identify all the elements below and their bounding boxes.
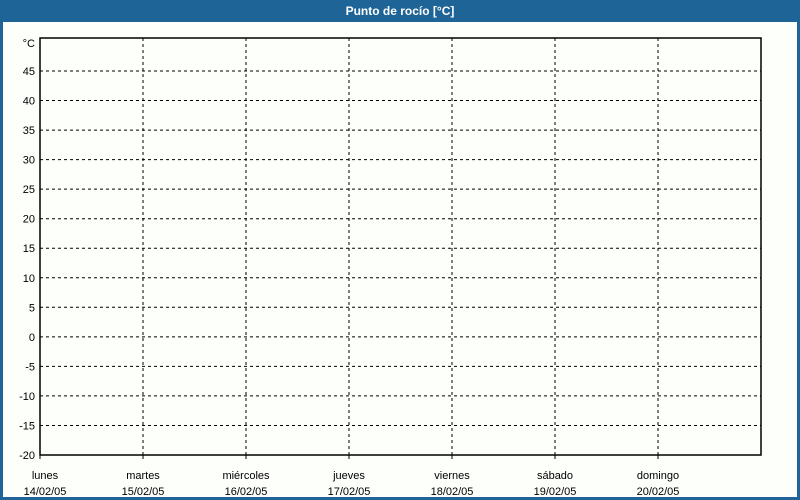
date-label: 15/02/05 (122, 486, 165, 498)
day-label: domingo (637, 470, 679, 482)
y-axis-unit-label: °C (23, 38, 35, 50)
y-tick-label: 35 (23, 125, 35, 137)
y-tick-label: -10 (19, 391, 35, 403)
day-label: martes (126, 470, 160, 482)
date-label: 16/02/05 (225, 486, 268, 498)
window-title: Punto de rocío [°C] (345, 4, 455, 18)
y-tick-label: 0 (29, 332, 35, 344)
day-label: miércoles (222, 470, 270, 482)
day-label: jueves (332, 470, 365, 482)
y-tick-label: 45 (23, 66, 35, 78)
y-tick-label: 40 (23, 96, 35, 108)
y-tick-label: 25 (23, 184, 35, 196)
y-tick-label: -20 (19, 450, 35, 462)
date-label: 20/02/05 (637, 486, 680, 498)
y-tick-label: 30 (23, 155, 35, 167)
chart-window: 45 40 35 30 25 20 15 10 5 0 -5 -10 -15 -20 °C lunes 14/0… (0, 0, 800, 500)
y-tick-label: 10 (23, 273, 35, 285)
dew-point-chart: 45 40 35 30 25 20 15 10 5 0 -5 -10 -15 -20 °C lunes 14/0… (19, 37, 762, 498)
date-label: 14/02/05 (24, 486, 67, 498)
y-tick-label: -15 (19, 420, 35, 432)
date-label: 19/02/05 (534, 486, 577, 498)
y-tick-label: 5 (29, 302, 35, 314)
date-label: 18/02/05 (431, 486, 474, 498)
title-bar: Punto de rocío [°C] (0, 0, 800, 22)
day-label: viernes (434, 470, 470, 482)
date-label: 17/02/05 (328, 486, 371, 498)
y-tick-label: 20 (23, 214, 35, 226)
y-tick-label: 15 (23, 243, 35, 255)
y-tick-label: -5 (25, 361, 35, 373)
day-label: lunes (32, 470, 59, 482)
day-label: sábado (537, 470, 573, 482)
